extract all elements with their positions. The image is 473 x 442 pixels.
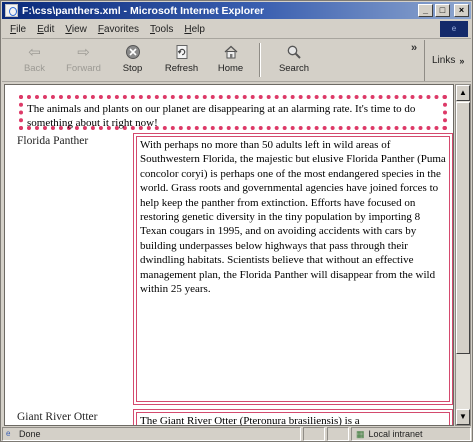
close-button[interactable]: ×: [454, 4, 469, 17]
menu-help[interactable]: Help: [184, 24, 205, 35]
animal-description: With perhaps no more than 50 adults left…: [133, 133, 453, 405]
security-zone: ▦ Local intranet: [351, 427, 471, 441]
page-content: The animals and plants on our planet are…: [4, 84, 454, 426]
chevron-right-icon: »: [459, 55, 465, 66]
scroll-thumb[interactable]: [456, 102, 470, 354]
refresh-button[interactable]: Refresh: [157, 40, 206, 80]
refresh-icon: [171, 43, 193, 61]
ie-icon: [5, 4, 18, 17]
status-panel: [327, 427, 349, 441]
status-text-area: e Done: [2, 427, 301, 441]
browser-window: F:\css\panthers.xml - Microsoft Internet…: [0, 0, 473, 442]
vertical-scrollbar[interactable]: ▲ ▼: [455, 84, 471, 426]
status-panel: [303, 427, 325, 441]
menu-favorites[interactable]: Favorites: [98, 24, 139, 35]
search-button[interactable]: Search: [265, 40, 323, 80]
links-toolbar[interactable]: Links »: [424, 40, 472, 81]
back-button[interactable]: ⇦ Back: [10, 40, 59, 80]
window-controls: _ □ ×: [418, 4, 469, 17]
toolbar-separator: [259, 43, 261, 77]
zone-label: Local intranet: [368, 429, 423, 439]
intro-banner: The animals and plants on our planet are…: [19, 95, 447, 130]
title-bar[interactable]: F:\css\panthers.xml - Microsoft Internet…: [2, 2, 471, 19]
animal-name: Giant River Otter: [17, 411, 98, 423]
forward-button[interactable]: ⇨ Forward: [59, 40, 108, 80]
menu-edit[interactable]: Edit: [37, 24, 54, 35]
animal-name: Florida Panther: [17, 135, 89, 147]
home-icon: [220, 43, 242, 61]
toolbar-overflow-chevron[interactable]: »: [411, 42, 417, 54]
status-text: Done: [19, 429, 41, 439]
status-bar: e Done ▦ Local intranet: [2, 427, 471, 441]
home-button[interactable]: Home: [206, 40, 255, 80]
animal-description: The Giant River Otter (Pteronura brasili…: [133, 409, 453, 425]
scroll-up-arrow-icon[interactable]: ▲: [456, 85, 470, 101]
ie-throbber-logo: e: [440, 21, 468, 37]
forward-arrow-icon: ⇨: [77, 44, 90, 61]
back-arrow-icon: ⇦: [28, 44, 41, 61]
links-label: Links: [432, 55, 456, 66]
minimize-button[interactable]: _: [418, 4, 433, 17]
menu-view[interactable]: View: [65, 24, 87, 35]
stop-icon: [122, 43, 144, 61]
intranet-zone-icon: ▦: [356, 428, 365, 439]
page-done-icon: e: [6, 429, 11, 438]
scroll-down-arrow-icon[interactable]: ▼: [456, 409, 470, 425]
stop-button[interactable]: Stop: [108, 40, 157, 80]
maximize-button[interactable]: □: [435, 4, 450, 17]
standard-toolbar: ⇦ Back ⇨ Forward Stop Refresh Home Searc…: [2, 40, 471, 82]
menu-bar: File Edit View Favorites Tools Help e: [2, 20, 471, 39]
menu-file[interactable]: File: [10, 24, 26, 35]
window-title: F:\css\panthers.xml - Microsoft Internet…: [22, 4, 265, 17]
menu-tools[interactable]: Tools: [150, 24, 173, 35]
search-icon: [283, 43, 305, 61]
